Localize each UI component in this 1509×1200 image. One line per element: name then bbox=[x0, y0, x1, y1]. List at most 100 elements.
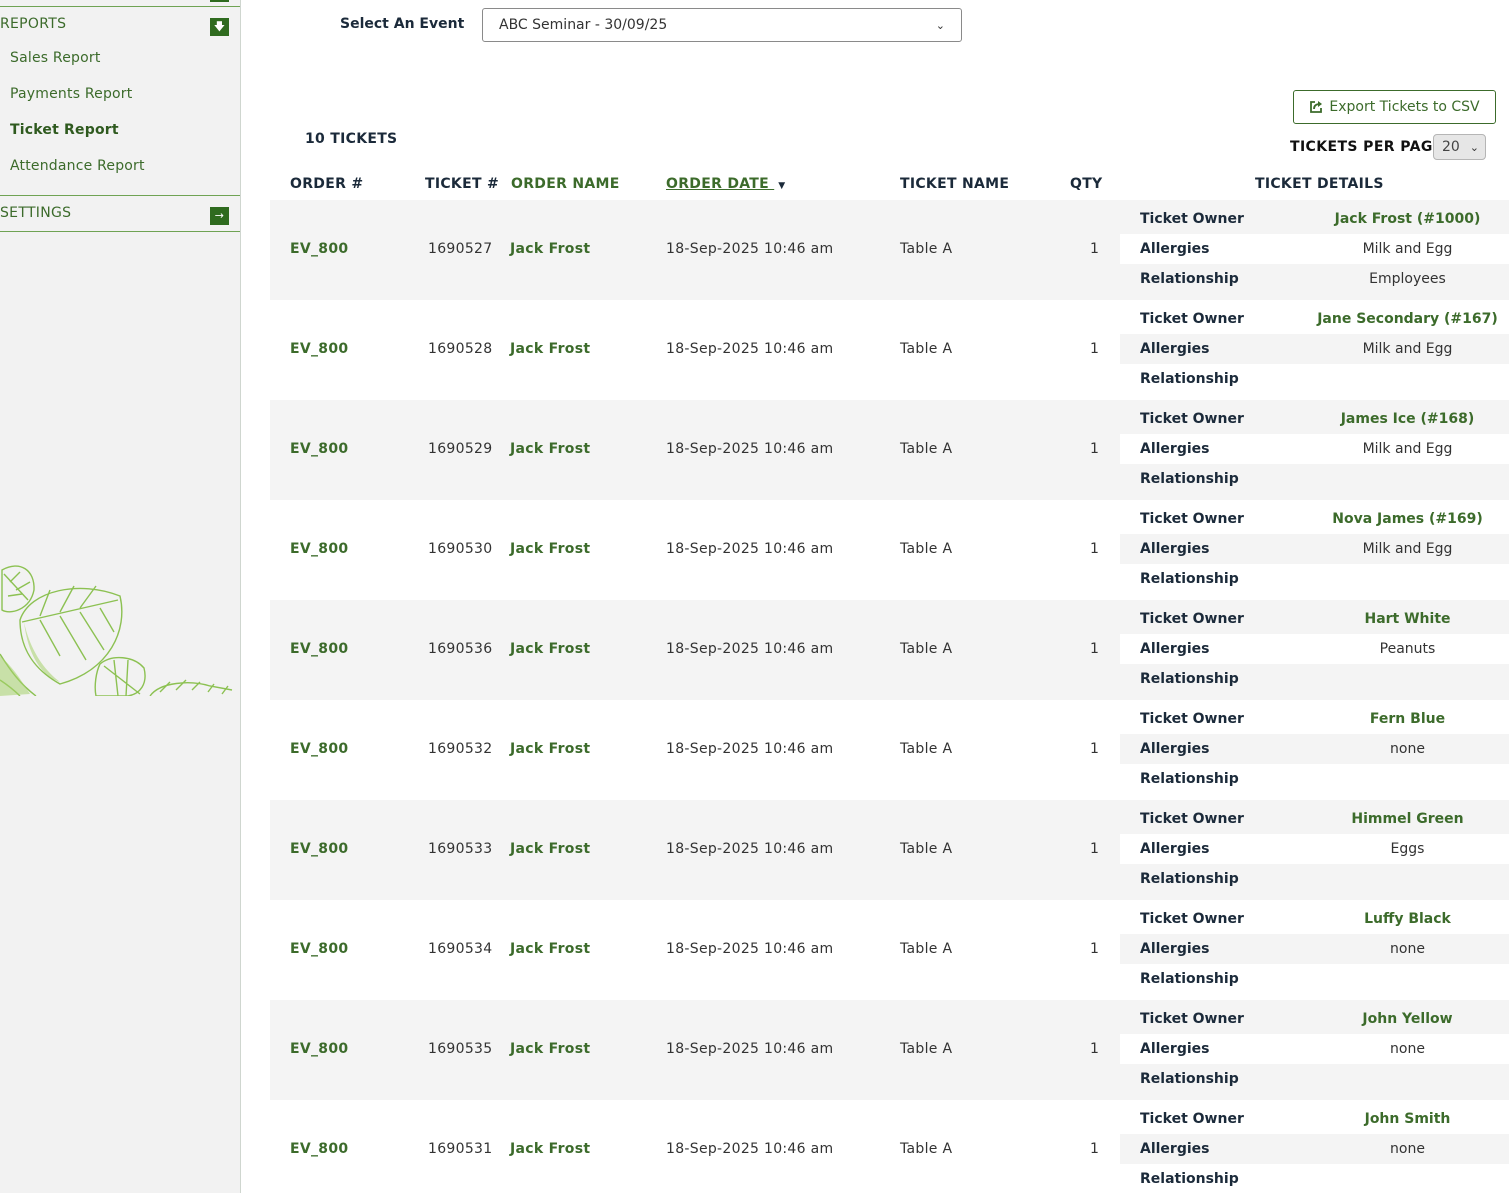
sidebar-item-sales-report[interactable]: Sales Report bbox=[10, 50, 101, 66]
detail-row-owner: Ticket Owner John Smith bbox=[1120, 1104, 1509, 1134]
ticket-owner-link[interactable]: Himmel Green bbox=[1300, 811, 1509, 827]
order-name-link[interactable]: Jack Frost bbox=[510, 241, 590, 257]
detail-key-relationship: Relationship bbox=[1140, 1071, 1239, 1087]
sidebar-item-ticket-report[interactable]: Ticket Report bbox=[10, 122, 119, 138]
sidebar-item-attendance-report[interactable]: Attendance Report bbox=[10, 158, 145, 174]
sidebar-item-payments-report[interactable]: Payments Report bbox=[10, 86, 132, 102]
detail-value-relationship: Employees bbox=[1369, 271, 1446, 287]
order-number-link[interactable]: EV_800 bbox=[290, 641, 348, 657]
ticket-owner-link[interactable]: John Yellow bbox=[1300, 1011, 1509, 1027]
ticket-owner-link[interactable]: Jane Secondary (#167) bbox=[1300, 311, 1509, 327]
ticket-name: Table A bbox=[900, 341, 953, 357]
export-button-label: Export Tickets to CSV bbox=[1329, 99, 1480, 115]
order-number-link[interactable]: EV_800 bbox=[290, 241, 348, 257]
detail-key-allergies: Allergies bbox=[1140, 341, 1210, 357]
reports-section-header[interactable]: REPORTS 🡇 bbox=[0, 9, 240, 39]
detail-key-relationship: Relationship bbox=[1140, 771, 1239, 787]
detail-key-relationship: Relationship bbox=[1140, 671, 1239, 687]
ticket-details: Ticket Owner Jack Frost (#1000) Allergies M… bbox=[1120, 204, 1509, 294]
ticket-owner-link[interactable]: Nova James (#169) bbox=[1300, 511, 1509, 527]
ticket-number: 1690534 bbox=[428, 941, 493, 957]
column-header-ticket-name: TICKET NAME bbox=[900, 176, 1010, 192]
ticket-owner-link[interactable]: James Ice (#168) bbox=[1300, 411, 1509, 427]
order-number-link[interactable]: EV_800 bbox=[290, 741, 348, 757]
reports-section-label: REPORTS bbox=[0, 16, 67, 32]
table-row: EV_800 1690528 Jack Frost 18-Sep-2025 10:46… bbox=[270, 300, 1509, 400]
detail-row-owner: Ticket Owner Jack Frost (#1000) bbox=[1120, 204, 1509, 234]
ticket-number: 1690531 bbox=[428, 1141, 493, 1157]
detail-key-owner: Ticket Owner bbox=[1140, 811, 1244, 827]
settings-section-header[interactable]: SETTINGS → bbox=[0, 198, 240, 228]
ticket-details: Ticket Owner Hart White Allergies Peanuts Re… bbox=[1120, 604, 1509, 694]
order-name-link[interactable]: Jack Frost bbox=[510, 341, 590, 357]
order-number-link[interactable]: EV_800 bbox=[290, 941, 348, 957]
event-select[interactable]: ABC Seminar - 30/09/25 ⌄ bbox=[482, 8, 962, 42]
order-number-link[interactable]: EV_800 bbox=[290, 1141, 348, 1157]
order-number-link[interactable]: EV_800 bbox=[290, 1041, 348, 1057]
tickets-count: 10 TICKETS bbox=[305, 131, 398, 147]
detail-key-owner: Ticket Owner bbox=[1140, 311, 1244, 327]
detail-row-allergies: Allergies Peanuts bbox=[1120, 634, 1509, 664]
order-date: 18-Sep-2025 10:46 am bbox=[666, 541, 834, 557]
detail-row-relationship: Relationship bbox=[1120, 764, 1509, 794]
tickets-per-page-select[interactable]: 20 ⌄ bbox=[1433, 134, 1486, 160]
detail-key-allergies: Allergies bbox=[1140, 1041, 1210, 1057]
detail-value-allergies: Milk and Egg bbox=[1362, 541, 1453, 557]
order-name-link[interactable]: Jack Frost bbox=[510, 441, 590, 457]
detail-row-allergies: Allergies Milk and Egg bbox=[1120, 334, 1509, 364]
detail-key-relationship: Relationship bbox=[1140, 971, 1239, 987]
order-name-link[interactable]: Jack Frost bbox=[510, 941, 590, 957]
export-tickets-button[interactable]: Export Tickets to CSV bbox=[1293, 90, 1496, 124]
detail-row-relationship: Relationship bbox=[1120, 364, 1509, 394]
column-header-order-name[interactable]: ORDER NAME bbox=[511, 176, 620, 192]
arrow-right-icon[interactable]: → bbox=[210, 207, 229, 225]
detail-key-allergies: Allergies bbox=[1140, 741, 1210, 757]
detail-key-owner: Ticket Owner bbox=[1140, 511, 1244, 527]
detail-row-relationship: Relationship Employees bbox=[1120, 264, 1509, 294]
order-name-link[interactable]: Jack Frost bbox=[510, 641, 590, 657]
sidebar-divider bbox=[0, 6, 240, 7]
ticket-details: Ticket Owner John Smith Allergies none Relat… bbox=[1120, 1104, 1509, 1194]
detail-row-relationship: Relationship bbox=[1120, 964, 1509, 994]
ticket-qty: 1 bbox=[1090, 641, 1100, 657]
order-date: 18-Sep-2025 10:46 am bbox=[666, 341, 834, 357]
ticket-owner-link[interactable]: Luffy Black bbox=[1300, 911, 1509, 927]
column-header-qty: QTY bbox=[1070, 176, 1103, 192]
order-date: 18-Sep-2025 10:46 am bbox=[666, 841, 834, 857]
order-number-link[interactable]: EV_800 bbox=[290, 441, 348, 457]
column-header-order-date[interactable]: ORDER DATE ▼ bbox=[666, 176, 785, 192]
ticket-owner-link[interactable]: Hart White bbox=[1300, 611, 1509, 627]
detail-key-owner: Ticket Owner bbox=[1140, 211, 1244, 227]
order-name-link[interactable]: Jack Frost bbox=[510, 1141, 590, 1157]
table-row: EV_800 1690536 Jack Frost 18-Sep-2025 10:46… bbox=[270, 600, 1509, 700]
ticket-qty: 1 bbox=[1090, 341, 1100, 357]
order-date: 18-Sep-2025 10:46 am bbox=[666, 241, 834, 257]
detail-row-owner: Ticket Owner Luffy Black bbox=[1120, 904, 1509, 934]
detail-row-owner: Ticket Owner James Ice (#168) bbox=[1120, 404, 1509, 434]
order-number-link[interactable]: EV_800 bbox=[290, 341, 348, 357]
detail-key-relationship: Relationship bbox=[1140, 271, 1239, 287]
order-number-link[interactable]: EV_800 bbox=[290, 541, 348, 557]
sidebar: REPORTS 🡇 Sales Report Payments Report T… bbox=[0, 0, 241, 1193]
ticket-owner-link[interactable]: Jack Frost (#1000) bbox=[1300, 211, 1509, 227]
ticket-qty: 1 bbox=[1090, 741, 1100, 757]
order-name-link[interactable]: Jack Frost bbox=[510, 1041, 590, 1057]
table-row: EV_800 1690530 Jack Frost 18-Sep-2025 10:46… bbox=[270, 500, 1509, 600]
detail-key-owner: Ticket Owner bbox=[1140, 711, 1244, 727]
ticket-details: Ticket Owner Luffy Black Allergies none Rela… bbox=[1120, 904, 1509, 994]
order-name-link[interactable]: Jack Frost bbox=[510, 541, 590, 557]
detail-key-owner: Ticket Owner bbox=[1140, 611, 1244, 627]
table-row: EV_800 1690527 Jack Frost 18-Sep-2025 10:46… bbox=[270, 200, 1509, 300]
ticket-owner-link[interactable]: Fern Blue bbox=[1300, 711, 1509, 727]
order-number-link[interactable]: EV_800 bbox=[290, 841, 348, 857]
arrow-down-icon[interactable]: 🡇 bbox=[210, 18, 229, 36]
ticket-owner-link[interactable]: John Smith bbox=[1300, 1111, 1509, 1127]
order-date: 18-Sep-2025 10:46 am bbox=[666, 941, 834, 957]
table-row: EV_800 1690535 Jack Frost 18-Sep-2025 10:46… bbox=[270, 1000, 1509, 1100]
detail-key-allergies: Allergies bbox=[1140, 441, 1210, 457]
detail-key-owner: Ticket Owner bbox=[1140, 1011, 1244, 1027]
detail-value-allergies: Milk and Egg bbox=[1362, 341, 1453, 357]
order-name-link[interactable]: Jack Frost bbox=[510, 841, 590, 857]
order-name-link[interactable]: Jack Frost bbox=[510, 741, 590, 757]
detail-key-owner: Ticket Owner bbox=[1140, 911, 1244, 927]
